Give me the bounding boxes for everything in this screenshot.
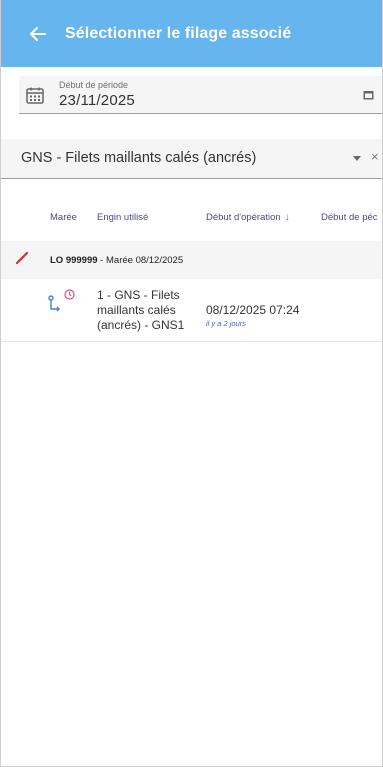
row-date: 08/12/2025 07:24: [206, 303, 300, 317]
pencil-icon[interactable]: [15, 251, 29, 265]
clear-gear-button[interactable]: ×: [371, 149, 379, 164]
column-header-debut-operation-label: Début d'opération: [206, 212, 281, 223]
trip-label: Marée 08/12/2025: [106, 255, 184, 266]
row-engin: 1 - GNS - Filets maillants calés (ancrés…: [97, 288, 185, 332]
clock-icon: [64, 289, 75, 300]
row-relative-date: il y a 2 jours: [206, 319, 247, 328]
period-start-value[interactable]: 23/11/2025: [59, 92, 135, 109]
table-row[interactable]: 1 - GNS - Filets maillants calés (ancrés…: [1, 281, 382, 342]
column-header-debut-peche[interactable]: Début de péc: [321, 212, 378, 223]
gear-select[interactable]: GNS - Filets maillants calés (ancrés) ×: [1, 139, 382, 179]
group-label: LO 999999 - Marée 08/12/2025: [50, 255, 183, 266]
calendar-icon: [26, 87, 44, 104]
group-row[interactable]: LO 999999 - Marée 08/12/2025: [1, 241, 382, 279]
column-header-maree[interactable]: Marée: [50, 212, 77, 223]
calendar-small-icon[interactable]: [363, 90, 374, 100]
back-button[interactable]: [23, 19, 53, 49]
page-title: Sélectionner le filage associé: [65, 24, 292, 42]
table-header: Marée Engin utilisé Début d'opération ↓ D…: [1, 200, 382, 236]
route-icon: [48, 295, 60, 312]
sort-down-icon[interactable]: ↓: [285, 212, 290, 223]
column-header-engin[interactable]: Engin utilisé: [97, 212, 148, 223]
period-start-field[interactable]: Début de période 23/11/2025 ×: [19, 76, 382, 114]
group-separator: -: [97, 255, 106, 266]
screen: Sélectionner le filage associé Début de …: [0, 0, 383, 767]
arrow-left-icon: [30, 26, 46, 41]
gear-select-value[interactable]: GNS - Filets maillants calés (ancrés): [21, 150, 256, 166]
period-start-label: Début de période: [59, 80, 129, 90]
caret-down-icon[interactable]: [353, 156, 361, 161]
column-header-debut-operation[interactable]: Début d'opération ↓: [206, 212, 290, 223]
vessel-code: LO 999999: [50, 255, 98, 266]
app-header: Sélectionner le filage associé: [1, 0, 382, 67]
